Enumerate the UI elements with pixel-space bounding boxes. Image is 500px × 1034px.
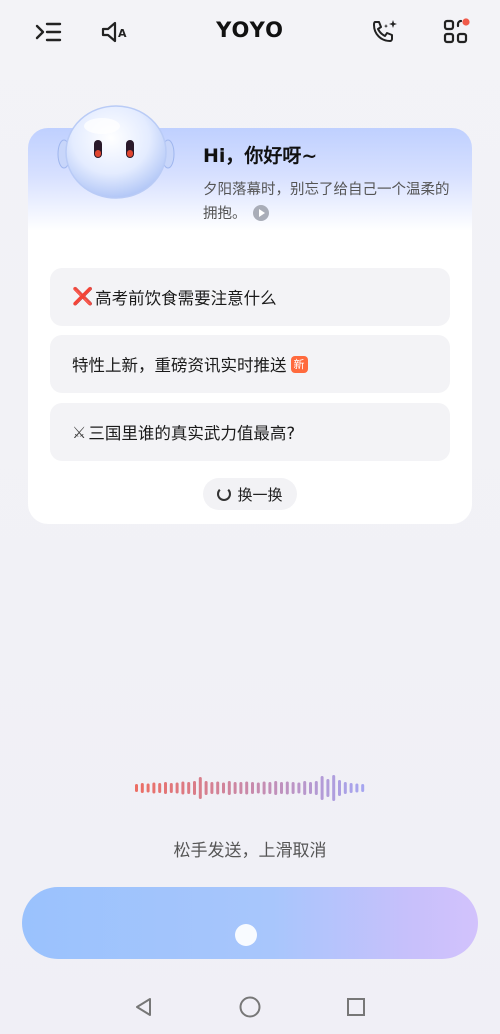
suggestion-item-3[interactable]: ⚔ 三国里谁的真实武力值最高? (50, 403, 450, 461)
waveform-bar (187, 782, 191, 794)
recents-icon[interactable] (342, 993, 370, 1021)
cross-icon: ❌ (72, 287, 94, 307)
waveform-bar (227, 781, 231, 795)
waveform-bar (349, 783, 353, 793)
waveform-bar (355, 783, 359, 793)
voice-input-button[interactable] (22, 887, 478, 959)
waveform-bar (181, 781, 185, 795)
refresh-button[interactable]: 换一换 (203, 478, 297, 510)
waveform-bar (291, 782, 295, 794)
waveform-bar (332, 775, 336, 801)
system-nav-bar (0, 980, 500, 1034)
greeting-title: Hi，你好呀~ (203, 145, 318, 167)
waveform-bar (262, 781, 266, 795)
waveform-bar (169, 783, 173, 793)
app-title: YOYO (216, 18, 284, 42)
waveform-bar (222, 782, 225, 794)
waveform-bar (158, 783, 162, 793)
mascot-avatar (57, 105, 175, 199)
suggestion-text: 特性上新，重磅资讯实时推送 (72, 356, 287, 375)
suggestion-item-1[interactable]: ❌ 高考前饮食需要注意什么 (50, 268, 450, 326)
suggestion-text: 三国里谁的真实武力值最高? (88, 424, 296, 443)
waveform-bar (326, 779, 330, 797)
voice-hint: 松手发送，上滑取消 (173, 841, 327, 861)
waveform-bar (216, 781, 220, 795)
greeting-subtitle: 夕阳落幕时，别忘了给自己一个温柔的拥抱。 (203, 178, 453, 226)
waveform-bar (164, 782, 167, 794)
waveform-bar (338, 780, 341, 796)
play-icon[interactable] (252, 205, 269, 221)
waveform-bar (274, 781, 278, 795)
refresh-label: 换一换 (237, 485, 283, 504)
voice-waveform (135, 775, 365, 801)
greeting-subtitle-text: 夕阳落幕时，别忘了给自己一个温柔的拥抱。 (203, 182, 450, 222)
waveform-bar (343, 782, 347, 794)
waveform-bar (140, 783, 144, 793)
back-icon[interactable] (130, 993, 158, 1021)
waveform-bar (285, 781, 289, 795)
new-badge: 新 (290, 355, 308, 373)
waveform-bar (268, 782, 272, 794)
waveform-bar (314, 781, 318, 795)
waveform-bar (251, 782, 254, 794)
waveform-bar (320, 776, 324, 800)
apps-grid-icon[interactable] (440, 16, 472, 48)
waveform-bar (204, 781, 208, 795)
waveform-bar (210, 782, 214, 794)
waveform-bar (309, 782, 312, 794)
waveform-bar (152, 782, 156, 794)
waveform-bar (245, 781, 249, 795)
refresh-icon (217, 487, 232, 501)
waveform-bar (175, 782, 179, 794)
suggestion-item-2[interactable]: 特性上新，重磅资讯实时推送 新 (50, 335, 450, 393)
waveform-bar (135, 784, 138, 792)
home-icon[interactable] (236, 993, 264, 1021)
voice-indicator-dot (235, 924, 257, 946)
waveform-bar (198, 777, 202, 799)
waveform-bar (361, 784, 365, 792)
waveform-bar (256, 782, 260, 794)
waveform-bar (239, 782, 243, 794)
waveform-bar (146, 783, 150, 793)
waveform-bar (303, 781, 307, 795)
suggestion-text: 高考前饮食需要注意什么 (95, 289, 277, 308)
top-bar: A YOYO (0, 0, 500, 66)
waveform-bar (193, 781, 196, 795)
phone-sparkle-icon[interactable] (368, 16, 400, 48)
waveform-bar (297, 782, 301, 794)
waveform-bar (280, 782, 283, 794)
waveform-bar (233, 782, 237, 794)
crossed-swords-icon: ⚔ (72, 422, 87, 442)
